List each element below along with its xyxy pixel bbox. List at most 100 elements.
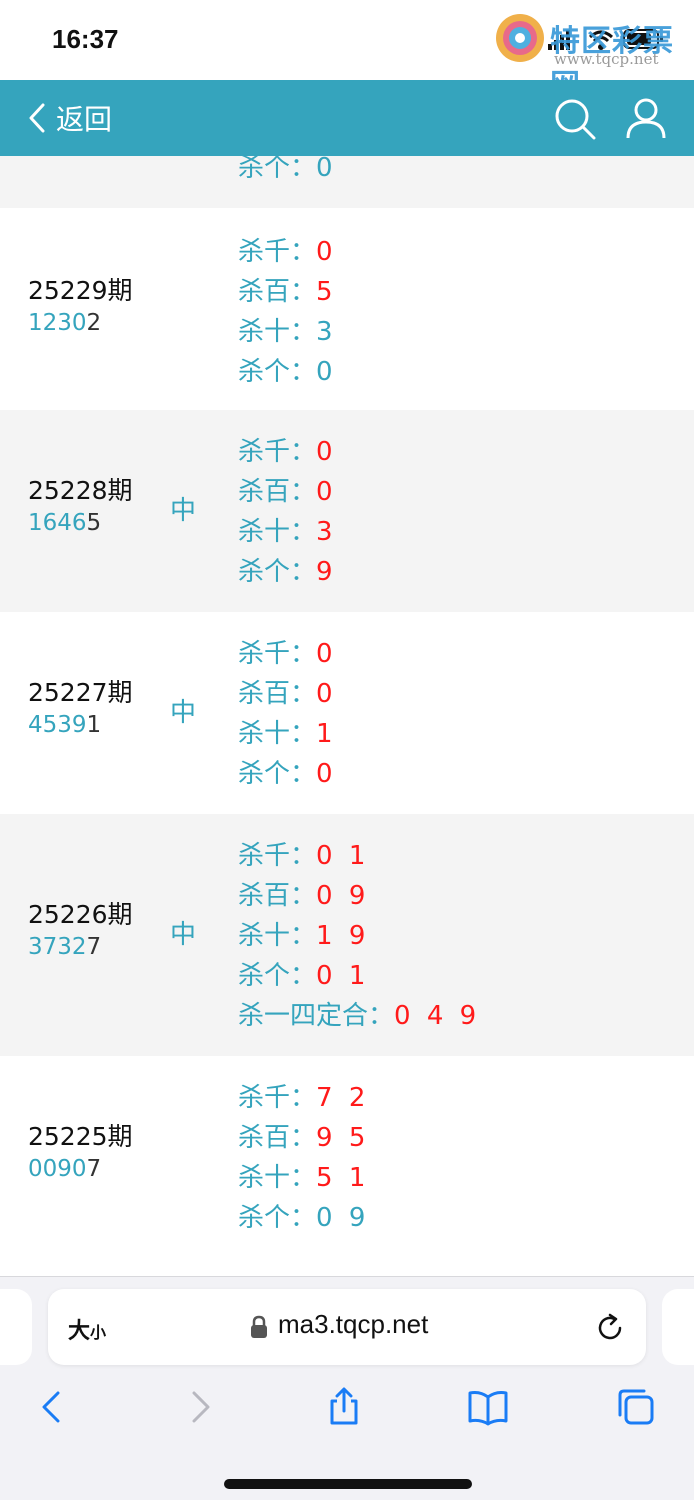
search-icon[interactable] bbox=[554, 98, 596, 140]
address-bar[interactable]: 大小 ma3.tqcp.net bbox=[48, 1289, 646, 1365]
kill-label: 杀百： bbox=[238, 277, 317, 307]
draw-number: 16465 bbox=[28, 508, 133, 538]
back-icon[interactable] bbox=[34, 1387, 74, 1427]
draw-number-highlight: 1646 bbox=[28, 510, 87, 536]
kill-label: 杀个： bbox=[238, 357, 317, 387]
kill-value: 5 bbox=[316, 277, 337, 307]
list-item: 25226期 37327 中杀千：0 1 杀百：0 9 杀十：1 9 杀个：0 1 杀一四定… bbox=[0, 814, 694, 1056]
reload-icon[interactable] bbox=[596, 1313, 626, 1343]
kill-value: 0 9 bbox=[316, 881, 370, 911]
draw-number: 37327 bbox=[28, 932, 133, 962]
kill-line: 杀十：1 9 bbox=[238, 916, 480, 956]
period-label: 25225期 bbox=[28, 1122, 133, 1151]
kill-value: 3 bbox=[316, 517, 337, 547]
kill-label: 杀百： bbox=[238, 679, 317, 709]
kill-label: 杀十： bbox=[238, 317, 317, 347]
kill-label: 杀个： bbox=[238, 759, 317, 789]
period-info: 25229期 12302 bbox=[28, 274, 133, 338]
list-item: 25227期 45391 中杀千：0 杀百：0 杀十：1 杀个：0 bbox=[0, 612, 694, 814]
user-icon[interactable] bbox=[624, 96, 668, 140]
share-icon[interactable] bbox=[324, 1387, 364, 1427]
draw-number: 00907 bbox=[28, 1154, 133, 1184]
period-info: 25225期 00907 bbox=[28, 1120, 133, 1184]
kill-value: 0 bbox=[316, 437, 337, 467]
prediction-list: 杀个：0 25229期 12302 杀千：0 杀百：5 杀十：3 杀个：0 25228期 16… bbox=[0, 156, 694, 1276]
draw-number-last: 5 bbox=[86, 510, 102, 536]
list-item: 25229期 12302 杀千：0 杀百：5 杀十：3 杀个：0 bbox=[0, 208, 694, 410]
kill-label: 杀个： bbox=[238, 156, 317, 183]
kill-value: 0 bbox=[316, 759, 337, 789]
hit-badge: 中 bbox=[170, 698, 197, 728]
next-tab-preview[interactable] bbox=[662, 1289, 694, 1365]
kill-value: 1 bbox=[316, 719, 337, 749]
draw-number-last: 2 bbox=[86, 310, 102, 336]
text-size-small: 小 bbox=[90, 1323, 107, 1342]
kill-line: 杀百：9 5 bbox=[238, 1118, 369, 1158]
tabs-icon[interactable] bbox=[616, 1387, 656, 1427]
watermark: 特区彩票网 www.tqcp.net bbox=[494, 10, 694, 103]
period-info: 25227期 45391 bbox=[28, 676, 133, 740]
draw-number-highlight: 0090 bbox=[28, 1156, 87, 1182]
kill-value: 0 4 9 bbox=[394, 1001, 481, 1031]
kill-line: 杀千：0 bbox=[238, 232, 337, 272]
url-text[interactable]: ma3.tqcp.net bbox=[278, 1309, 428, 1340]
kill-value: 9 bbox=[316, 557, 337, 587]
kill-list: 杀千：0 杀百：0 杀十：3 杀个：9 bbox=[238, 432, 337, 592]
kill-list: 杀个：0 bbox=[238, 156, 337, 188]
period-label: 25229期 bbox=[28, 276, 133, 305]
kill-line: 杀千：7 2 bbox=[238, 1078, 369, 1118]
kill-value: 7 2 bbox=[316, 1083, 370, 1113]
kill-line: 杀百：0 bbox=[238, 472, 337, 512]
kill-list: 杀千：0 杀百：5 杀十：3 杀个：0 bbox=[238, 232, 337, 392]
kill-value: 0 bbox=[316, 237, 337, 267]
hit-badge: 中 bbox=[170, 496, 197, 526]
back-label: 返回 bbox=[56, 103, 113, 136]
text-size-button[interactable]: 大小 bbox=[68, 1313, 106, 1345]
kill-label: 杀个： bbox=[238, 557, 317, 587]
kill-line: 杀个：0 bbox=[238, 352, 337, 392]
kill-line: 杀千：0 bbox=[238, 432, 337, 472]
back-button[interactable]: 返回 bbox=[28, 96, 112, 140]
bookmarks-icon[interactable] bbox=[468, 1387, 508, 1427]
chevron-left-icon bbox=[29, 103, 45, 133]
status-time: 16:37 bbox=[52, 24, 119, 54]
kill-label: 杀百： bbox=[238, 881, 317, 911]
kill-value: 3 bbox=[316, 317, 337, 347]
kill-line: 杀百：0 9 bbox=[238, 876, 480, 916]
kill-label: 杀百： bbox=[238, 1123, 317, 1153]
kill-line: 杀千：0 bbox=[238, 634, 337, 674]
kill-value: 1 9 bbox=[316, 921, 370, 951]
draw-number: 45391 bbox=[28, 710, 133, 740]
kill-line: 杀个：0 bbox=[238, 156, 337, 188]
draw-number: 12302 bbox=[28, 308, 133, 338]
forward-icon[interactable] bbox=[180, 1387, 220, 1427]
kill-label: 杀十： bbox=[238, 921, 317, 951]
kill-line: 杀百：5 bbox=[238, 272, 337, 312]
browser-bar: 大小 ma3.tqcp.net bbox=[0, 1276, 694, 1500]
kill-line: 杀十：1 bbox=[238, 714, 337, 754]
browser-toolbar bbox=[0, 1377, 694, 1441]
kill-line: 杀个：0 9 bbox=[238, 1198, 369, 1238]
kill-line: 杀个：0 bbox=[238, 754, 337, 794]
kill-line: 杀百：0 bbox=[238, 674, 337, 714]
kill-label: 杀千： bbox=[238, 237, 317, 267]
home-indicator bbox=[224, 1479, 472, 1489]
kill-line: 杀十：3 bbox=[238, 512, 337, 552]
kill-label: 杀个： bbox=[238, 961, 317, 991]
previous-tab-preview[interactable] bbox=[0, 1289, 32, 1365]
draw-number-last: 1 bbox=[86, 712, 102, 738]
period-info: 25228期 16465 bbox=[28, 474, 133, 538]
kill-line: 杀十：5 1 bbox=[238, 1158, 369, 1198]
kill-label: 杀十： bbox=[238, 1163, 317, 1193]
draw-number-last: 7 bbox=[86, 1156, 102, 1182]
draw-number-highlight: 1230 bbox=[28, 310, 87, 336]
period-label: 25227期 bbox=[28, 678, 133, 707]
period-label: 25228期 bbox=[28, 476, 133, 505]
kill-value: 9 5 bbox=[316, 1123, 370, 1153]
kill-value: 0 bbox=[316, 679, 337, 709]
period-label: 25226期 bbox=[28, 900, 133, 929]
kill-value: 0 1 bbox=[316, 841, 370, 871]
watermark-url: www.tqcp.net bbox=[554, 50, 659, 68]
kill-list: 杀千：0 杀百：0 杀十：1 杀个：0 bbox=[238, 634, 337, 794]
kill-label: 杀一四定合： bbox=[238, 1001, 395, 1031]
